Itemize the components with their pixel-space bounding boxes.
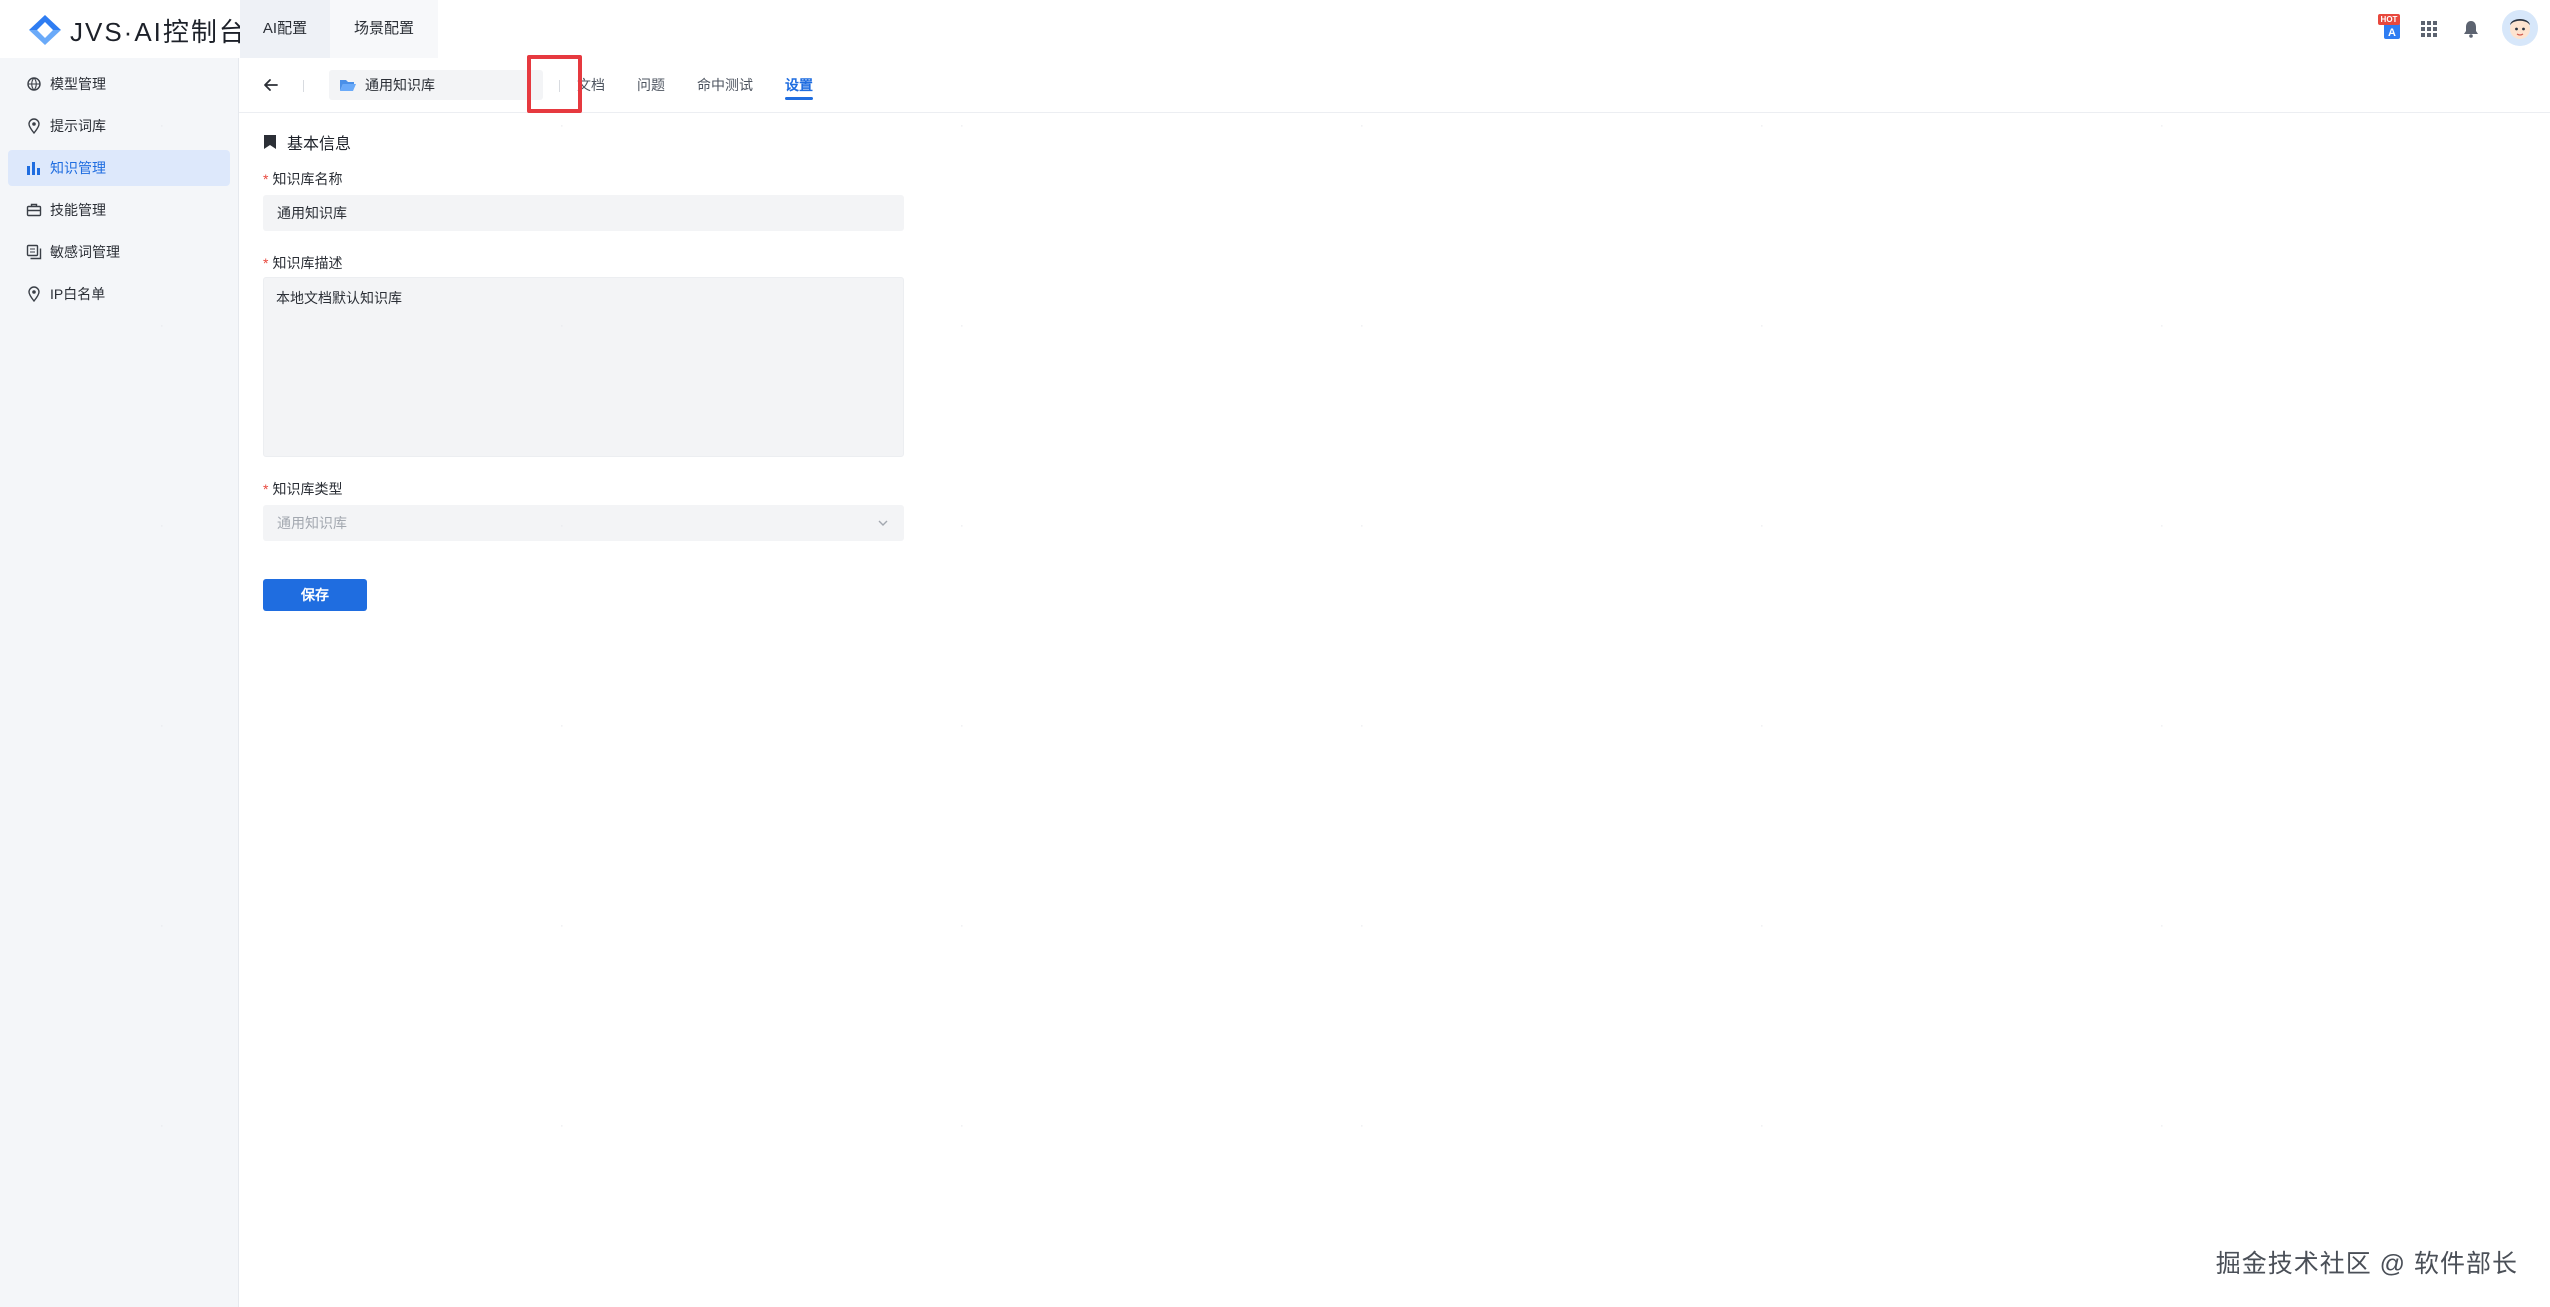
section-title: 基本信息 [287,136,352,153]
kb-type-value: 通用知识库 [277,515,347,531]
required-mark: * [263,171,269,187]
sidebar-item-knowledge[interactable]: 知识管理 [8,150,230,186]
kb-name-input[interactable]: 通用知识库 [263,195,904,231]
sidebar: 模型管理 提示词库 知识管理 技能管理 敏感词管理 IP白名单 [0,58,239,1307]
tab-settings[interactable]: 设置 [785,58,813,112]
watermark-mark: · [1760,720,1764,732]
watermark-mark: · [1760,320,1764,332]
kb-type-label: * 知识库类型 [263,481,343,497]
watermark-mark: · [560,320,564,332]
top-tab-scene-config[interactable]: 场景配置 [330,0,438,58]
divider [303,80,304,92]
watermark-mark: · [1360,1120,1364,1132]
tab-hit-test[interactable]: 命中测试 [697,58,753,112]
model-icon [26,76,42,92]
watermark-mark: · [160,520,164,532]
watermark-mark: · [960,520,964,532]
arrow-left-icon [264,79,278,91]
user-avatar[interactable] [2502,10,2538,46]
section-basic-info: 基本信息 [263,130,351,154]
watermark-mark: · [560,520,564,532]
hot-badge: HOT [2378,14,2400,25]
watermark-mark: · [1360,320,1364,332]
watermark-mark: · [160,720,164,732]
watermark-mark: · [1760,120,1764,132]
knowledge-subnav: 通用知识库 文档 问题 命中测试 设置 [239,58,2550,113]
sidebar-item-model[interactable]: 模型管理 [8,66,230,102]
watermark-mark: · [560,720,564,732]
watermark-mark: · [1760,520,1764,532]
watermark-mark: · [960,720,964,732]
sidebar-item-label: 知识管理 [50,160,106,176]
apps-grid-button[interactable] [2414,14,2444,44]
sidebar-item-ip-whitelist[interactable]: IP白名单 [8,276,230,312]
app-title: JVS·AI控制台 [70,16,247,47]
watermark-mark: · [2160,720,2164,732]
watermark-mark: · [2160,920,2164,932]
pin-icon [26,286,42,302]
top-bar: S JVS·AI控制台 AI配置 场景配置 A HOT [0,0,2550,59]
chart-icon [26,160,42,176]
folder-open-icon [340,80,356,91]
watermark-mark: · [560,120,564,132]
chevron-down-icon [878,520,888,526]
sidebar-item-label: 提示词库 [50,118,106,134]
notification-button[interactable] [2456,14,2486,44]
save-button[interactable]: 保存 [263,579,367,611]
watermark-mark: · [2160,320,2164,332]
tab-questions[interactable]: 问题 [637,58,665,112]
watermark-mark: · [160,320,164,332]
svg-text:A: A [2388,27,2396,39]
watermark-mark: · [560,1120,564,1132]
footer-watermark: 掘金技术社区 @ 软件部长 [2215,1250,2518,1278]
watermark-mark: · [160,920,164,932]
kb-desc-label: * 知识库描述 [263,255,343,271]
watermark-mark: · [1360,120,1364,132]
watermark-mark: · [960,320,964,332]
watermark-mark: · [160,120,164,132]
watermark-mark: · [960,1120,964,1132]
kb-type-select[interactable]: 通用知识库 [263,505,904,541]
required-mark: * [263,255,269,271]
sidebar-item-prompts[interactable]: 提示词库 [8,108,230,144]
app-logo[interactable]: S JVS·AI控制台 [28,14,247,47]
watermark-mark: · [1360,920,1364,932]
watermark-mark: · [1360,720,1364,732]
kb-desc-textarea[interactable]: 本地文档默认知识库 [263,277,904,457]
grid-icon [2421,21,2437,37]
watermark-mark: · [2160,1120,2164,1132]
watermark-mark: · [160,1120,164,1132]
logo-icon: S [29,15,61,45]
kb-name-label: * 知识库名称 [263,171,343,187]
top-tab-ai-config[interactable]: AI配置 [240,0,330,58]
copy-icon [26,244,42,260]
watermark-mark: · [960,120,964,132]
bell-icon [2464,21,2478,38]
watermark-mark: · [560,920,564,932]
translate-hot-button[interactable]: A HOT [2376,14,2406,44]
svg-text:S: S [41,26,48,38]
watermark-mark: · [1760,1120,1764,1132]
settings-tab-highlight [527,55,582,113]
sidebar-item-label: 模型管理 [50,76,106,92]
briefcase-icon [26,202,42,218]
watermark-mark: · [2160,120,2164,132]
bookmark-icon [264,135,276,149]
kb-name: 通用知识库 [365,77,435,93]
required-mark: * [263,481,269,497]
sidebar-item-sensitive-words[interactable]: 敏感词管理 [8,234,230,270]
back-button[interactable] [259,73,283,97]
kb-selector[interactable]: 通用知识库 [329,70,543,100]
sidebar-item-skills[interactable]: 技能管理 [8,192,230,228]
watermark-mark: · [2160,520,2164,532]
sidebar-item-label: IP白名单 [50,286,106,302]
avatar-icon [2502,10,2538,46]
watermark-mark: · [1760,920,1764,932]
pin-icon [26,118,42,134]
watermark-mark: · [1360,520,1364,532]
sidebar-item-label: 技能管理 [50,202,106,218]
watermark-mark: · [960,920,964,932]
sidebar-item-label: 敏感词管理 [50,244,120,260]
